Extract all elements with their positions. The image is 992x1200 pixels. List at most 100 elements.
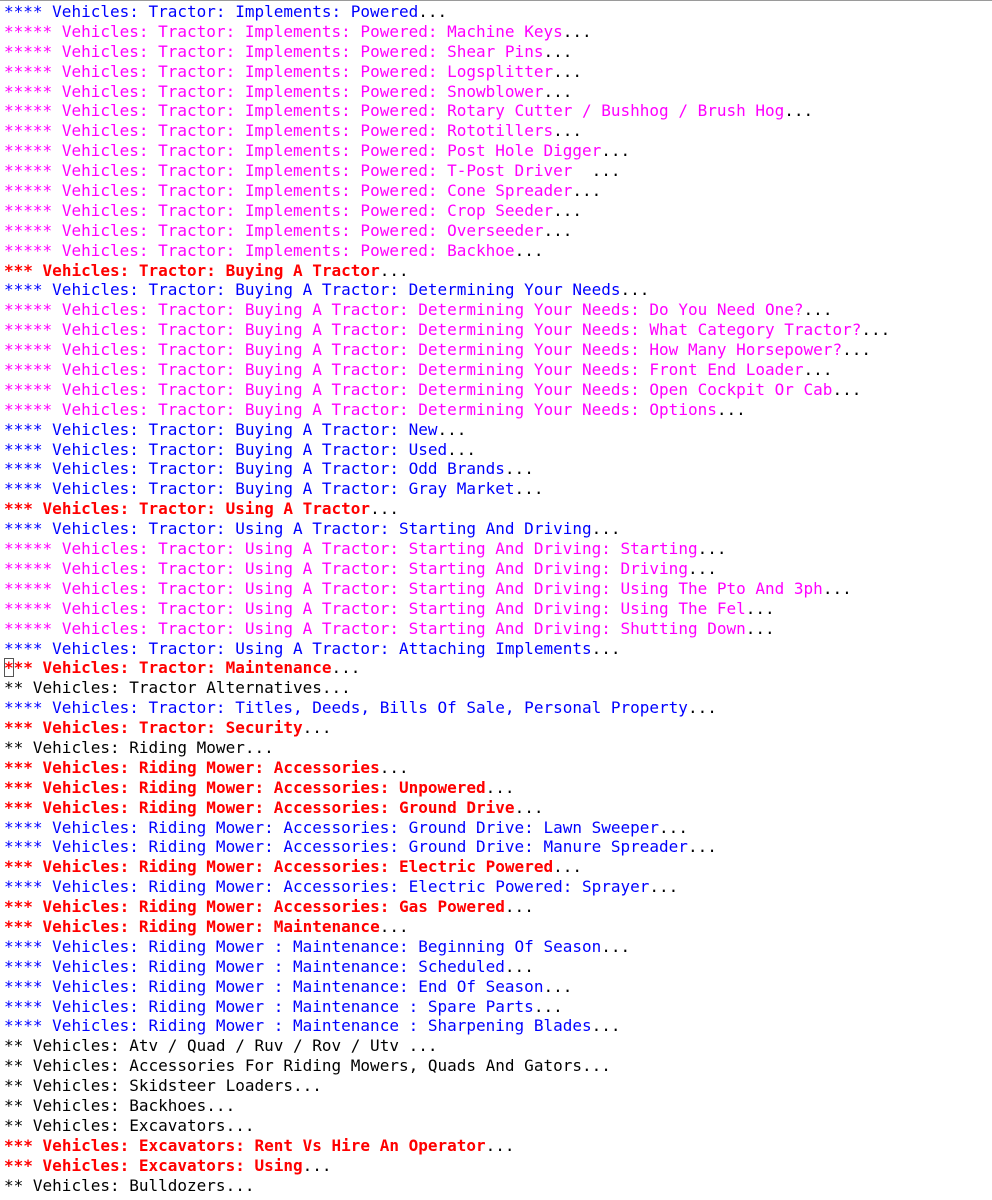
outline-heading-level-5[interactable]: ***** Vehicles: Tractor: Buying A Tracto… <box>0 400 992 420</box>
folded-ellipsis[interactable]: ... <box>601 937 630 956</box>
outline-heading-level-4[interactable]: **** Vehicles: Tractor: Buying A Tractor… <box>0 420 992 440</box>
folded-ellipsis[interactable]: ... <box>322 678 351 697</box>
outline-heading-level-4[interactable]: **** Vehicles: Tractor: Using A Tractor:… <box>0 519 992 539</box>
outline-heading-level-4[interactable]: **** Vehicles: Tractor: Buying A Tractor… <box>0 440 992 460</box>
folded-ellipsis[interactable]: ... <box>553 121 582 140</box>
outline-heading-level-5[interactable]: ***** Vehicles: Tractor: Using A Tractor… <box>0 579 992 599</box>
folded-ellipsis[interactable]: ... <box>515 798 544 817</box>
outline-heading-level-4[interactable]: **** Vehicles: Tractor: Implements: Powe… <box>0 2 992 22</box>
outline-heading-level-5[interactable]: ***** Vehicles: Tractor: Buying A Tracto… <box>0 300 992 320</box>
outline-heading-level-4[interactable]: **** Vehicles: Tractor: Buying A Tractor… <box>0 280 992 300</box>
folded-ellipsis[interactable]: ... <box>206 1096 235 1115</box>
folded-ellipsis[interactable]: ... <box>688 559 717 578</box>
folded-ellipsis[interactable]: ... <box>543 82 572 101</box>
outline-heading-level-5[interactable]: ***** Vehicles: Tractor: Using A Tractor… <box>0 599 992 619</box>
outline-heading-level-5[interactable]: ***** Vehicles: Tractor: Implements: Pow… <box>0 221 992 241</box>
outline-heading-level-3[interactable]: *** Vehicles: Riding Mower: Accessories.… <box>0 758 992 778</box>
outline-heading-level-2[interactable]: ** Vehicles: Backhoes... <box>0 1096 992 1116</box>
folded-ellipsis[interactable]: ... <box>832 380 861 399</box>
folded-ellipsis[interactable]: ... <box>784 101 813 120</box>
folded-ellipsis[interactable]: ... <box>592 1016 621 1035</box>
outline-heading-level-5[interactable]: ***** Vehicles: Tractor: Implements: Pow… <box>0 42 992 62</box>
outline-heading-level-4[interactable]: **** Vehicles: Riding Mower : Maintenanc… <box>0 1016 992 1036</box>
folded-ellipsis[interactable]: ... <box>380 917 409 936</box>
outline-heading-level-5[interactable]: ***** Vehicles: Tractor: Implements: Pow… <box>0 201 992 221</box>
folded-ellipsis[interactable]: ... <box>698 539 727 558</box>
folded-ellipsis[interactable]: ... <box>303 718 332 737</box>
outline-heading-level-4[interactable]: **** Vehicles: Riding Mower : Maintenanc… <box>0 977 992 997</box>
folded-ellipsis[interactable]: ... <box>534 997 563 1016</box>
outline-heading-level-4[interactable]: **** Vehicles: Riding Mower: Accessories… <box>0 837 992 857</box>
outline-heading-level-3[interactable]: *** Vehicles: Riding Mower: Maintenance.… <box>0 917 992 937</box>
outline-heading-level-2[interactable]: ** Vehicles: Riding Mower... <box>0 738 992 758</box>
outline-heading-level-2[interactable]: ** Vehicles: Atv / Quad / Ruv / Rov / Ut… <box>0 1036 992 1056</box>
outline-heading-level-5[interactable]: ***** Vehicles: Tractor: Using A Tractor… <box>0 619 992 639</box>
folded-ellipsis[interactable]: ... <box>486 1136 515 1155</box>
folded-ellipsis[interactable]: ... <box>515 479 544 498</box>
outline-heading-level-4[interactable]: **** Vehicles: Tractor: Using A Tractor:… <box>0 639 992 659</box>
folded-ellipsis[interactable]: ... <box>688 698 717 717</box>
outline-heading-level-2[interactable]: ** Vehicles: Excavators... <box>0 1116 992 1136</box>
folded-ellipsis[interactable]: ... <box>553 201 582 220</box>
outline-heading-level-5[interactable]: ***** Vehicles: Tractor: Buying A Tracto… <box>0 360 992 380</box>
outline-heading-level-5[interactable]: ***** Vehicles: Tractor: Buying A Tracto… <box>0 340 992 360</box>
outline-heading-level-4[interactable]: **** Vehicles: Tractor: Titles, Deeds, B… <box>0 698 992 718</box>
outline-heading-level-5[interactable]: ***** Vehicles: Tractor: Implements: Pow… <box>0 161 992 181</box>
folded-ellipsis[interactable]: ... <box>226 1176 255 1195</box>
folded-ellipsis[interactable]: ... <box>823 579 852 598</box>
outline-heading-level-3[interactable]: *** Vehicles: Riding Mower: Accessories:… <box>0 778 992 798</box>
outline-heading-level-3[interactable]: *** Vehicles: Riding Mower: Accessories:… <box>0 798 992 818</box>
folded-ellipsis[interactable]: ... <box>505 459 534 478</box>
folded-ellipsis[interactable]: ... <box>332 658 361 677</box>
folded-ellipsis[interactable]: ... <box>861 320 890 339</box>
folded-ellipsis[interactable]: ... <box>293 1076 322 1095</box>
folded-ellipsis[interactable]: ... <box>746 619 775 638</box>
folded-ellipsis[interactable]: ... <box>688 837 717 856</box>
outline-heading-level-3[interactable]: *** Vehicles: Tractor: Using A Tractor..… <box>0 499 992 519</box>
folded-ellipsis[interactable]: ... <box>418 2 447 21</box>
folded-ellipsis[interactable]: ... <box>582 1056 611 1075</box>
outline-heading-level-3[interactable]: *** Vehicles: Excavators: Rent Vs Hire A… <box>0 1136 992 1156</box>
outline-heading-level-4[interactable]: **** Vehicles: Riding Mower : Maintenanc… <box>0 937 992 957</box>
folded-ellipsis[interactable]: ... <box>592 639 621 658</box>
outline-heading-level-5[interactable]: ***** Vehicles: Tractor: Implements: Pow… <box>0 22 992 42</box>
folded-ellipsis[interactable]: ... <box>380 261 409 280</box>
folded-ellipsis[interactable]: ... <box>543 42 572 61</box>
outline-heading-level-3[interactable]: *** Vehicles: Excavators: Using... <box>0 1156 992 1176</box>
folded-ellipsis[interactable]: ... <box>553 857 582 876</box>
outline-heading-level-2[interactable]: ** Vehicles: Accessories For Riding Mowe… <box>0 1056 992 1076</box>
outline-heading-level-5[interactable]: ***** Vehicles: Tractor: Buying A Tracto… <box>0 320 992 340</box>
folded-ellipsis[interactable]: ... <box>649 877 678 896</box>
folded-ellipsis[interactable]: ... <box>601 141 630 160</box>
outline-heading-level-3[interactable]: *** Vehicles: Tractor: Maintenance... <box>0 658 992 678</box>
outline-heading-level-4[interactable]: **** Vehicles: Tractor: Buying A Tractor… <box>0 479 992 499</box>
outline-heading-level-2[interactable]: ** Vehicles: Skidsteer Loaders... <box>0 1076 992 1096</box>
outline-heading-level-4[interactable]: **** Vehicles: Tractor: Buying A Tractor… <box>0 459 992 479</box>
folded-ellipsis[interactable]: ... <box>437 420 466 439</box>
folded-ellipsis[interactable]: ... <box>746 599 775 618</box>
outline-heading-level-5[interactable]: ***** Vehicles: Tractor: Buying A Tracto… <box>0 380 992 400</box>
folded-ellipsis[interactable]: ... <box>592 519 621 538</box>
outline-heading-level-3[interactable]: *** Vehicles: Riding Mower: Accessories:… <box>0 897 992 917</box>
folded-ellipsis[interactable]: ... <box>515 241 544 260</box>
folded-ellipsis[interactable]: ... <box>563 22 592 41</box>
org-outline-buffer[interactable]: **** Vehicles: Tractor: Implements: Powe… <box>0 0 992 1200</box>
outline-heading-level-5[interactable]: ***** Vehicles: Tractor: Implements: Pow… <box>0 82 992 102</box>
outline-heading-level-2[interactable]: ** Vehicles: Tractor Alternatives... <box>0 678 992 698</box>
folded-ellipsis[interactable]: ... <box>572 181 601 200</box>
outline-heading-level-5[interactable]: ***** Vehicles: Tractor: Using A Tractor… <box>0 539 992 559</box>
folded-ellipsis[interactable]: ... <box>303 1156 332 1175</box>
folded-ellipsis[interactable]: ... <box>804 360 833 379</box>
folded-ellipsis[interactable]: ... <box>543 977 572 996</box>
folded-ellipsis[interactable]: ... <box>804 300 833 319</box>
outline-heading-level-5[interactable]: ***** Vehicles: Tractor: Implements: Pow… <box>0 62 992 82</box>
folded-ellipsis[interactable]: ... <box>447 440 476 459</box>
outline-heading-level-5[interactable]: ***** Vehicles: Tractor: Implements: Pow… <box>0 101 992 121</box>
folded-ellipsis[interactable]: ... <box>659 818 688 837</box>
folded-ellipsis[interactable]: ... <box>505 957 534 976</box>
outline-heading-level-4[interactable]: **** Vehicles: Riding Mower : Maintenanc… <box>0 957 992 977</box>
folded-ellipsis[interactable]: ... <box>543 221 572 240</box>
outline-heading-level-4[interactable]: **** Vehicles: Riding Mower: Accessories… <box>0 818 992 838</box>
folded-ellipsis[interactable]: ... <box>505 897 534 916</box>
folded-ellipsis[interactable]: ... <box>592 161 621 180</box>
